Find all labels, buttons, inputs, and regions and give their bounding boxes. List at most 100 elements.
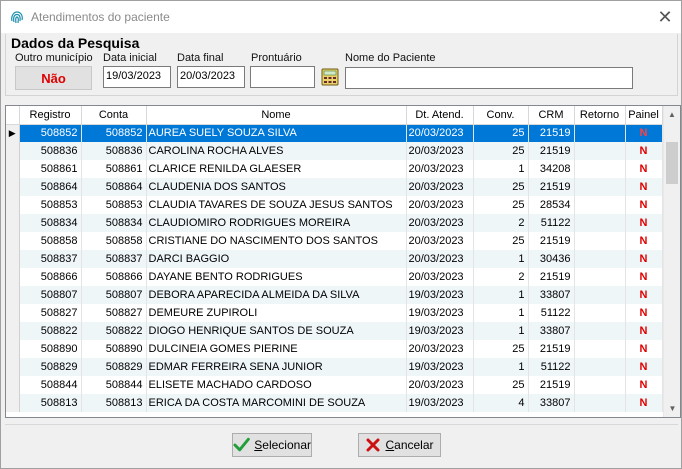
column-header[interactable]: CRM: [528, 106, 575, 125]
retorno-cell: [574, 196, 626, 214]
row-indicator: [6, 394, 20, 412]
retorno-cell: [574, 304, 626, 322]
registro-cell: 508822: [19, 322, 82, 340]
conv-cell: 25: [473, 340, 529, 358]
scroll-thumb[interactable]: [666, 142, 678, 184]
dt-atend-cell: 20/03/2023: [406, 250, 474, 268]
conta-cell: 508852: [81, 124, 147, 142]
conv-cell: 1: [473, 322, 529, 340]
table-row[interactable]: 508827 508827 DEMEURE ZUPIROLI 19/03/2023 1 5…: [6, 304, 663, 322]
painel-cell: N: [625, 160, 663, 178]
search-group-title: Dados da Pesquisa: [11, 35, 140, 51]
conta-cell: 508844: [81, 376, 147, 394]
vertical-scrollbar[interactable]: ▲ ▼: [663, 106, 680, 417]
nome-cell: CLARICE RENILDA GLAESER: [146, 160, 407, 178]
nome-paciente-input[interactable]: [345, 67, 633, 89]
dt-atend-cell: 19/03/2023: [406, 304, 474, 322]
cancelar-label: Cancelar: [385, 438, 434, 452]
table-row[interactable]: 508853 508853 CLAUDIA TAVARES DE SOUZA JES…: [6, 196, 663, 214]
nome-cell: CAROLINA ROCHA ALVES: [146, 142, 407, 160]
table-row[interactable]: 508829 508829 EDMAR FERREIRA SENA JUNIOR 19…: [6, 358, 663, 376]
registro-cell: 508852: [19, 124, 82, 142]
crm-cell: 21519: [528, 124, 575, 142]
crm-cell: 34208: [528, 160, 575, 178]
conta-cell: 508829: [81, 358, 147, 376]
dt-atend-cell: 20/03/2023: [406, 124, 474, 142]
table-row[interactable]: 508866 508866 DAYANE BENTO RODRIGUES 20/03/…: [6, 268, 663, 286]
column-header[interactable]: Registro: [19, 106, 82, 125]
dt-atend-cell: 20/03/2023: [406, 232, 474, 250]
dt-atend-cell: 20/03/2023: [406, 178, 474, 196]
registro-cell: 508834: [19, 214, 82, 232]
nome-cell: DULCINEIA GOMES PIERINE: [146, 340, 407, 358]
scroll-down-arrow-icon[interactable]: ▼: [664, 400, 680, 417]
retorno-cell: [574, 376, 626, 394]
outro-municipio-toggle[interactable]: Não: [15, 66, 92, 90]
column-header[interactable]: Retorno: [574, 106, 626, 125]
conta-cell: 508837: [81, 250, 147, 268]
row-indicator: [6, 322, 20, 340]
row-indicator: [6, 160, 20, 178]
table-row[interactable]: 508861 508861 CLARICE RENILDA GLAESER 20/03…: [6, 160, 663, 178]
table-row[interactable]: 508858 508858 CRISTIANE DO NASCIMENTO DOS …: [6, 232, 663, 250]
data-inicial-input[interactable]: 19/03/2023: [103, 66, 171, 88]
calculator-icon[interactable]: [321, 68, 339, 86]
selecionar-button[interactable]: Selecionar: [232, 433, 312, 457]
row-indicator: [6, 232, 20, 250]
close-button[interactable]: ✕: [649, 1, 681, 33]
data-inicial-label: Data inicial: [103, 52, 157, 64]
table-row[interactable]: 508807 508807 DEBORA APARECIDA ALMEIDA DA …: [6, 286, 663, 304]
nome-cell: DARCI BAGGIO: [146, 250, 407, 268]
column-header[interactable]: Painel: [625, 106, 663, 125]
table-row[interactable]: 508864 508864 CLAUDENIA DOS SANTOS 20/03/20…: [6, 178, 663, 196]
registro-cell: 508844: [19, 376, 82, 394]
scroll-up-arrow-icon[interactable]: ▲: [664, 106, 680, 123]
conv-cell: 25: [473, 376, 529, 394]
retorno-cell: [574, 340, 626, 358]
x-icon: [366, 438, 380, 452]
row-indicator: [6, 214, 20, 232]
cancelar-button[interactable]: Cancelar: [358, 433, 441, 457]
close-icon: ✕: [657, 6, 673, 27]
retorno-cell: [574, 178, 626, 196]
column-header[interactable]: Nome: [146, 106, 407, 125]
table-row[interactable]: ▶ 508852 508852 AUREA SUELY SOUZA SILVA 20/0…: [6, 124, 663, 142]
registro-cell: 508858: [19, 232, 82, 250]
conta-cell: 508858: [81, 232, 147, 250]
dt-atend-cell: 20/03/2023: [406, 214, 474, 232]
column-header[interactable]: Dt. Atend.: [406, 106, 474, 125]
conta-cell: 508853: [81, 196, 147, 214]
column-header[interactable]: Conta: [81, 106, 147, 125]
dt-atend-cell: 19/03/2023: [406, 394, 474, 412]
prontuario-input[interactable]: [250, 66, 315, 88]
table-row[interactable]: 508834 508834 CLAUDIOMIRO RODRIGUES MOREIR…: [6, 214, 663, 232]
dt-atend-cell: 20/03/2023: [406, 142, 474, 160]
registro-cell: 508861: [19, 160, 82, 178]
painel-cell: N: [625, 286, 663, 304]
painel-cell: N: [625, 142, 663, 160]
table-row[interactable]: 508837 508837 DARCI BAGGIO 20/03/2023 1 30436…: [6, 250, 663, 268]
crm-cell: 21519: [528, 376, 575, 394]
crm-cell: 30436: [528, 250, 575, 268]
painel-cell: N: [625, 268, 663, 286]
registro-cell: 508864: [19, 178, 82, 196]
conta-cell: 508866: [81, 268, 147, 286]
retorno-cell: [574, 322, 626, 340]
nome-cell: DIOGO HENRIQUE SANTOS DE SOUZA: [146, 322, 407, 340]
table-row[interactable]: 508890 508890 DULCINEIA GOMES PIERINE 20/03…: [6, 340, 663, 358]
nome-cell: CRISTIANE DO NASCIMENTO DOS SANTOS: [146, 232, 407, 250]
prontuario-label: Prontuário: [251, 52, 302, 64]
registro-cell: 508890: [19, 340, 82, 358]
table-row[interactable]: 508836 508836 CAROLINA ROCHA ALVES 20/03/20…: [6, 142, 663, 160]
column-header[interactable]: Conv.: [473, 106, 529, 125]
painel-cell: N: [625, 124, 663, 142]
indicator-header: [6, 106, 20, 125]
table-row[interactable]: 508813 508813 ERICA DA COSTA MARCOMINI DE …: [6, 394, 663, 412]
crm-cell: 21519: [528, 268, 575, 286]
table-row[interactable]: 508822 508822 DIOGO HENRIQUE SANTOS DE SOU…: [6, 322, 663, 340]
data-final-input[interactable]: 20/03/2023: [177, 66, 245, 88]
crm-cell: 21519: [528, 340, 575, 358]
table-row[interactable]: 508844 508844 ELISETE MACHADO CARDOSO 20/03…: [6, 376, 663, 394]
visits-grid[interactable]: Registro Conta Nome Dt. Atend. Conv. CRM…: [5, 105, 681, 418]
registro-cell: 508807: [19, 286, 82, 304]
